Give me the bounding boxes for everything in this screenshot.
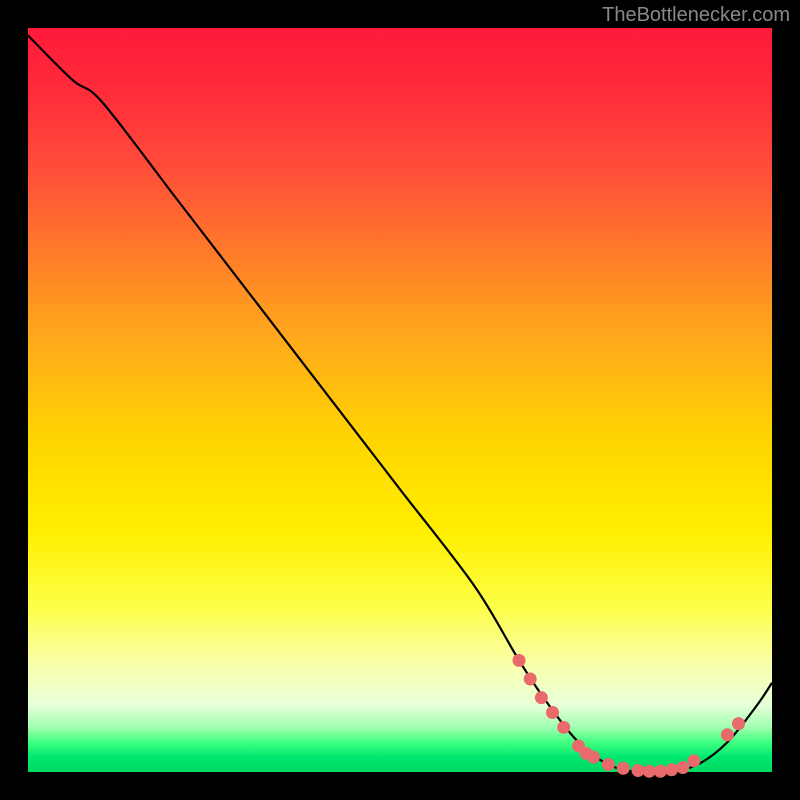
curve-marker <box>687 754 700 767</box>
curve-marker <box>602 758 615 771</box>
chart-plot-area <box>28 28 772 772</box>
curve-marker <box>617 762 630 775</box>
curve-marker <box>557 721 570 734</box>
curve-marker <box>643 765 656 778</box>
curve-marker <box>513 654 526 667</box>
bottleneck-curve-line <box>28 35 772 772</box>
curve-marker <box>732 717 745 730</box>
curve-marker <box>654 765 667 778</box>
curve-marker <box>524 673 537 686</box>
watermark-text: TheBottlenecker.com <box>602 4 790 27</box>
curve-markers-group <box>513 654 745 778</box>
curve-marker <box>535 691 548 704</box>
curve-marker <box>587 751 600 764</box>
curve-marker <box>721 728 734 741</box>
curve-marker <box>676 761 689 774</box>
curve-marker <box>665 763 678 776</box>
curve-marker <box>546 706 559 719</box>
chart-svg <box>28 28 772 772</box>
curve-marker <box>632 764 645 777</box>
